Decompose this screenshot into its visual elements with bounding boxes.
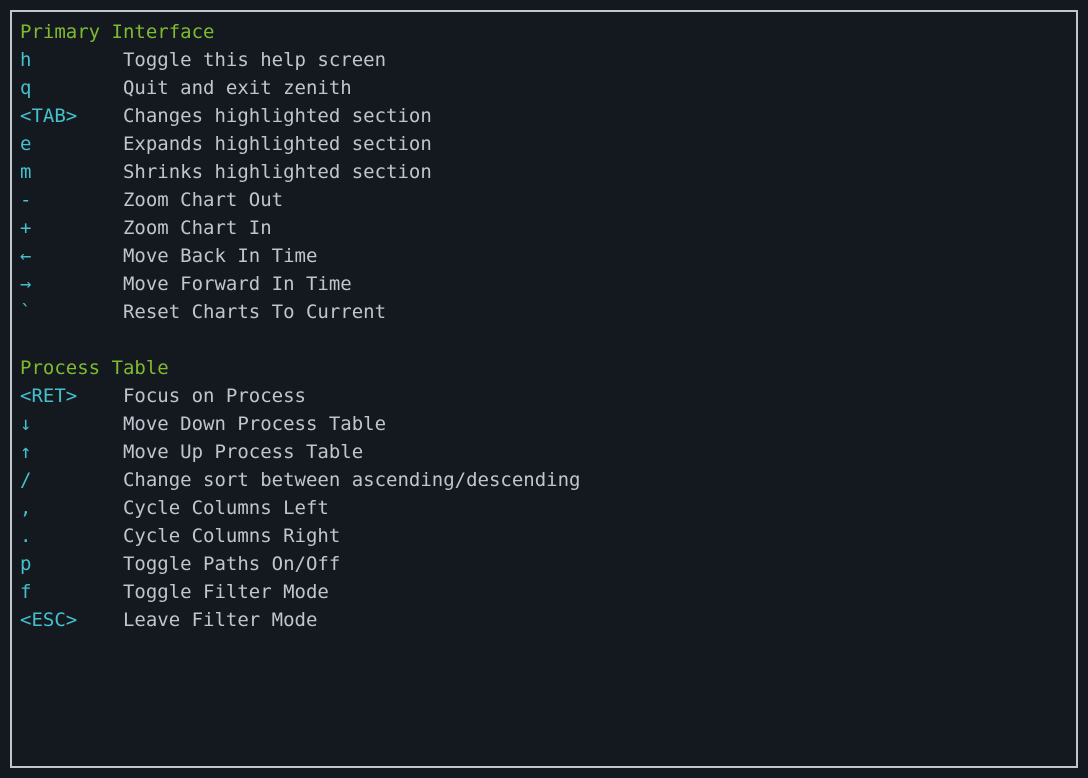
key-label: <RET> — [20, 382, 123, 410]
key-description: Zoom Chart Out — [123, 189, 283, 211]
help-panel: Primary Interface hToggle this help scre… — [10, 10, 1078, 768]
key-label: m — [20, 158, 123, 186]
key-description: Changes highlighted section — [123, 105, 432, 127]
key-label: <ESC> — [20, 606, 123, 634]
key-label: p — [20, 550, 123, 578]
key-description: Cycle Columns Right — [123, 525, 340, 547]
section-title-process-table: Process Table — [20, 354, 1068, 382]
key-description: Reset Charts To Current — [123, 301, 386, 323]
key-label: ↑ — [20, 438, 123, 466]
key-description: Zoom Chart In — [123, 217, 272, 239]
section-title-primary: Primary Interface — [20, 18, 1068, 46]
keybinding-row: <TAB>Changes highlighted section — [20, 102, 1068, 130]
keybinding-row: +Zoom Chart In — [20, 214, 1068, 242]
key-label: ↓ — [20, 410, 123, 438]
keybinding-row: ,Cycle Columns Left — [20, 494, 1068, 522]
key-label: e — [20, 130, 123, 158]
keybinding-row: ↓Move Down Process Table — [20, 410, 1068, 438]
key-label: . — [20, 522, 123, 550]
key-description: Toggle this help screen — [123, 49, 386, 71]
key-label: q — [20, 74, 123, 102]
key-description: Move Up Process Table — [123, 441, 363, 463]
key-label: ← — [20, 242, 123, 270]
key-description: Toggle Filter Mode — [123, 581, 329, 603]
keybinding-row: mShrinks highlighted section — [20, 158, 1068, 186]
keybinding-row: qQuit and exit zenith — [20, 74, 1068, 102]
keybinding-row: ↑Move Up Process Table — [20, 438, 1068, 466]
key-label: - — [20, 186, 123, 214]
key-description: Focus on Process — [123, 385, 306, 407]
key-description: Leave Filter Mode — [123, 609, 317, 631]
keybinding-row: →Move Forward In Time — [20, 270, 1068, 298]
keybinding-row: hToggle this help screen — [20, 46, 1068, 74]
key-label: / — [20, 466, 123, 494]
key-label: → — [20, 270, 123, 298]
key-label: h — [20, 46, 123, 74]
key-label: , — [20, 494, 123, 522]
key-description: Quit and exit zenith — [123, 77, 352, 99]
key-description: Expands highlighted section — [123, 133, 432, 155]
keybinding-row: eExpands highlighted section — [20, 130, 1068, 158]
keybinding-row: -Zoom Chart Out — [20, 186, 1068, 214]
key-label: f — [20, 578, 123, 606]
key-description: Toggle Paths On/Off — [123, 553, 340, 575]
keybinding-row: fToggle Filter Mode — [20, 578, 1068, 606]
key-description: Change sort between ascending/descending — [123, 469, 581, 491]
keybinding-row: pToggle Paths On/Off — [20, 550, 1068, 578]
keybinding-row: <ESC>Leave Filter Mode — [20, 606, 1068, 634]
key-description: Move Back In Time — [123, 245, 317, 267]
key-description: Cycle Columns Left — [123, 497, 329, 519]
key-description: Move Down Process Table — [123, 413, 386, 435]
keybinding-row: <RET>Focus on Process — [20, 382, 1068, 410]
keybinding-row: .Cycle Columns Right — [20, 522, 1068, 550]
keybinding-row: `Reset Charts To Current — [20, 298, 1068, 326]
key-description: Shrinks highlighted section — [123, 161, 432, 183]
key-description: Move Forward In Time — [123, 273, 352, 295]
key-label: + — [20, 214, 123, 242]
section-spacer — [20, 326, 1068, 354]
key-label: ` — [20, 298, 123, 326]
key-label: <TAB> — [20, 102, 123, 130]
keybinding-row: /Change sort between ascending/descendin… — [20, 466, 1068, 494]
keybinding-row: ←Move Back In Time — [20, 242, 1068, 270]
